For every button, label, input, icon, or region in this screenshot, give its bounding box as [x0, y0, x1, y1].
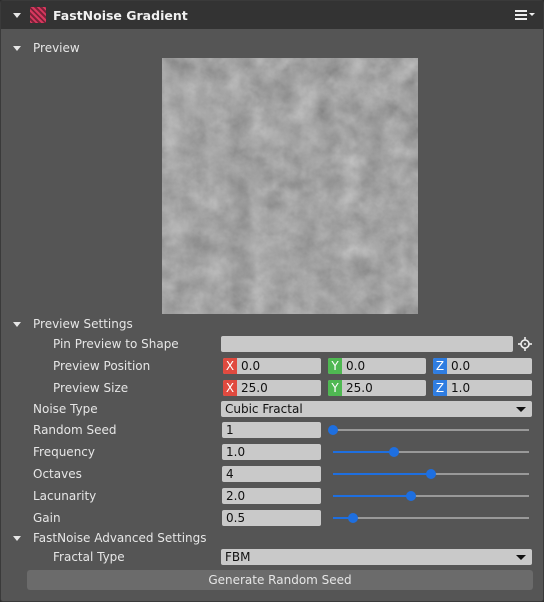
size-x-field[interactable]: X 25.0: [223, 380, 321, 396]
crosshair-icon[interactable]: [518, 337, 532, 351]
noise-preview-image: [162, 58, 418, 314]
slider-thumb[interactable]: [347, 513, 358, 523]
slider-fill: [333, 473, 431, 475]
component-header: FastNoise Gradient: [1, 1, 543, 29]
chevron-down-icon: [516, 407, 526, 412]
position-y-field[interactable]: Y 0.0: [328, 358, 426, 374]
slider-fill: [333, 451, 394, 453]
pin-preview-field[interactable]: [221, 336, 513, 352]
frequency-label: Frequency: [33, 445, 95, 459]
lacunarity-label: Lacunarity: [33, 489, 97, 503]
fastnoise-logo-icon: [30, 7, 46, 23]
hamburger-menu-icon[interactable]: [515, 10, 527, 20]
z-axis-badge: Z: [433, 358, 447, 374]
z-axis-badge: Z: [433, 380, 447, 396]
slider-thumb[interactable]: [426, 469, 436, 479]
noise-type-label: Noise Type: [33, 402, 98, 416]
random-seed-slider[interactable]: [328, 425, 529, 435]
pin-preview-label: Pin Preview to Shape: [53, 337, 179, 351]
collapse-component-icon[interactable]: [13, 13, 21, 18]
size-z-field[interactable]: Z 1.0: [433, 380, 532, 396]
random-seed-input[interactable]: 1: [222, 422, 321, 438]
slider-track: [333, 517, 529, 519]
lacunarity-slider[interactable]: [333, 491, 529, 501]
octaves-slider[interactable]: [333, 469, 529, 479]
advanced-settings-label: FastNoise Advanced Settings: [33, 531, 207, 545]
generate-random-seed-button[interactable]: Generate Random Seed: [27, 570, 533, 590]
fractal-type-dropdown[interactable]: FBM: [221, 549, 532, 565]
slider-thumb[interactable]: [328, 425, 338, 435]
y-axis-badge: Y: [328, 358, 342, 374]
fastnoise-gradient-component: FastNoise Gradient Preview Preview Setti…: [0, 0, 544, 602]
random-seed-label: Random Seed: [33, 423, 117, 437]
slider-thumb[interactable]: [406, 491, 417, 501]
slider-thumb[interactable]: [388, 447, 399, 457]
preview-position-label: Preview Position: [53, 359, 151, 373]
octaves-input[interactable]: 4: [222, 466, 321, 482]
slider-fill: [333, 495, 412, 497]
size-y-field[interactable]: Y 25.0: [328, 380, 426, 396]
gain-label: Gain: [33, 511, 61, 525]
component-title: FastNoise Gradient: [53, 8, 188, 23]
position-z-field[interactable]: Z 0.0: [433, 358, 532, 374]
preview-section-label: Preview: [33, 41, 80, 55]
gain-input[interactable]: 0.5: [222, 510, 321, 526]
octaves-label: Octaves: [33, 467, 82, 481]
y-axis-badge: Y: [328, 380, 342, 396]
gain-slider[interactable]: [333, 513, 529, 523]
lacunarity-input[interactable]: 2.0: [222, 488, 321, 504]
preview-settings-label: Preview Settings: [33, 317, 133, 331]
chevron-down-icon: [516, 555, 526, 560]
x-axis-badge: X: [223, 380, 237, 396]
fractal-type-label: Fractal Type: [53, 550, 125, 564]
frequency-slider[interactable]: [333, 447, 529, 457]
advanced-collapse-icon[interactable]: [13, 536, 21, 541]
slider-track: [333, 429, 529, 431]
menu-caret-icon[interactable]: [529, 13, 535, 16]
preview-size-label: Preview Size: [53, 381, 129, 395]
position-x-field[interactable]: X 0.0: [223, 358, 321, 374]
x-axis-badge: X: [223, 358, 237, 374]
preview-collapse-icon[interactable]: [13, 46, 21, 51]
noise-texture: [162, 58, 418, 314]
preview-settings-collapse-icon[interactable]: [13, 322, 21, 327]
frequency-input[interactable]: 1.0: [222, 444, 321, 460]
noise-type-dropdown[interactable]: Cubic Fractal: [221, 401, 532, 417]
